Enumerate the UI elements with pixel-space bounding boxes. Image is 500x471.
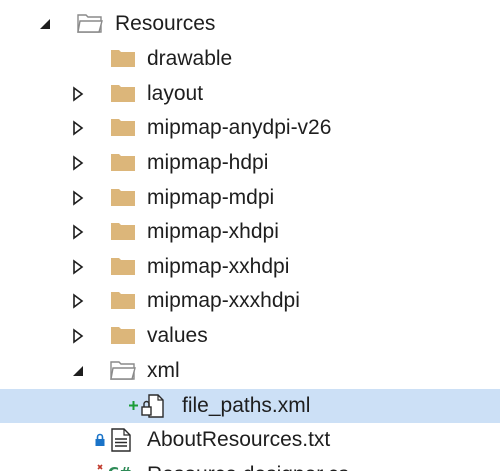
xml-file-icon [141, 394, 164, 418]
tree-item-file-paths-xml[interactable]: file_paths.xml [0, 389, 500, 423]
collapsed-chevron-icon[interactable] [70, 120, 86, 136]
tree-item-label: mipmap-anydpi-v26 [147, 116, 332, 139]
tree-item-mipmap-xxxhdpi[interactable]: mipmap-xxxhdpi [0, 284, 500, 318]
tree-item-resource-designer[interactable]: C# Resource.designer.cs [0, 458, 500, 471]
tree-item-label: AboutResources.txt [147, 428, 331, 451]
expanded-chevron-icon[interactable] [70, 363, 86, 379]
tree-item-mipmap-xxhdpi[interactable]: mipmap-xxhdpi [0, 250, 500, 284]
tree-item-values[interactable]: values [0, 319, 500, 353]
tree-item-label: layout [147, 82, 204, 105]
collapsed-chevron-icon[interactable] [70, 328, 86, 344]
folder-icon [111, 154, 135, 171]
collapsed-chevron-icon[interactable] [70, 259, 86, 275]
tree-item-mipmap-xhdpi[interactable]: mipmap-xhdpi [0, 215, 500, 249]
tree-item-label: mipmap-hdpi [147, 151, 269, 174]
tree-item-label: Resource.designer.cs [147, 458, 349, 471]
lock-icon [95, 433, 105, 446]
svg-text:C#: C# [108, 464, 132, 471]
added-plus-icon [129, 401, 138, 410]
tree-item-label: Resources [115, 12, 216, 35]
csharp-file-icon: C# [97, 464, 132, 471]
folder-icon [111, 292, 135, 309]
folder-icon [111, 258, 135, 275]
collapsed-chevron-icon[interactable] [70, 190, 86, 206]
folder-icon [111, 223, 135, 240]
tree-item-label: mipmap-xxxhdpi [147, 289, 300, 312]
tree-item-xml[interactable]: xml [0, 354, 500, 388]
folder-open-icon [77, 14, 103, 33]
tree-item-resources[interactable]: Resources [0, 7, 500, 41]
text-file-icon [111, 428, 131, 452]
tree-item-mipmap-anydpi-v26[interactable]: mipmap-anydpi-v26 [0, 111, 500, 145]
tree-item-mipmap-mdpi[interactable]: mipmap-mdpi [0, 181, 500, 215]
tree-item-label: mipmap-mdpi [147, 186, 275, 209]
tree-item-label: xml [147, 359, 180, 382]
expanded-chevron-icon[interactable] [37, 16, 53, 32]
tree-item-label: mipmap-xhdpi [147, 220, 279, 243]
collapsed-chevron-icon[interactable] [70, 293, 86, 309]
collapsed-chevron-icon[interactable] [70, 224, 86, 240]
folder-icon [111, 50, 135, 67]
folder-icon [111, 189, 135, 206]
tree-item-about-resources[interactable]: AboutResources.txt [0, 423, 500, 457]
collapsed-chevron-icon[interactable] [70, 86, 86, 102]
tree-item-mipmap-hdpi[interactable]: mipmap-hdpi [0, 146, 500, 180]
tree-item-drawable[interactable]: drawable [0, 42, 500, 76]
collapsed-chevron-icon[interactable] [70, 155, 86, 171]
tree-item-label: file_paths.xml [182, 394, 311, 417]
folder-icon [111, 327, 135, 344]
tree-item-label: mipmap-xxhdpi [147, 255, 290, 278]
solution-explorer-tree: Resources drawable layout mipmap-anydpi-… [0, 0, 500, 471]
tree-item-layout[interactable]: layout [0, 77, 500, 111]
tree-item-label: drawable [147, 47, 233, 70]
folder-icon [111, 119, 135, 136]
tree-item-label: values [147, 324, 208, 347]
folder-icon [111, 85, 135, 102]
folder-open-icon [110, 361, 136, 380]
